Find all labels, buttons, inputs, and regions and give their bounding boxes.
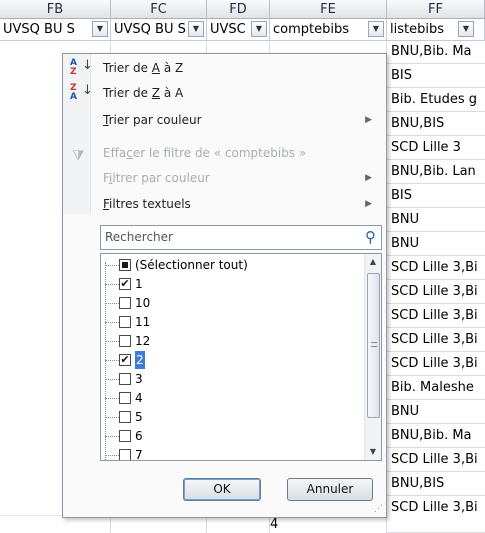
list-item-label: (Sélectionner tout) (135, 258, 248, 272)
menu-item-label: Effacer le filtre de « comptebibs » (103, 146, 307, 160)
checkbox[interactable]: ✔ (119, 278, 131, 290)
list-item-label: 6 (135, 429, 143, 443)
menu-item-text-filters[interactable]: Filtres textuels ▶ (63, 193, 386, 215)
submenu-arrow-icon: ▶ (365, 173, 372, 183)
list-item-label: 5 (135, 410, 143, 424)
list-item-label: 2 (135, 351, 145, 369)
table-cell[interactable]: SCD Lille 3,Bi (387, 257, 485, 280)
menu-item-label: Trier de Z à A (103, 86, 184, 100)
menu-item-label: Filtres textuels (103, 197, 191, 211)
filter-dropdown-icon[interactable]: ▼ (251, 21, 267, 37)
header-cell-label: UVSQ BU S (114, 22, 186, 37)
checkbox[interactable] (119, 316, 131, 328)
table-cell[interactable]: SCD Lille 3,Bi (387, 329, 485, 352)
header-cell-label: UVSC (210, 22, 246, 37)
search-input[interactable]: Rechercher ⚲ (100, 225, 382, 250)
column-header-fb[interactable]: FB (0, 0, 111, 19)
checkbox[interactable] (119, 392, 131, 404)
menu-item-label: Trier de A à Z (103, 61, 184, 75)
column-header-fc[interactable]: FC (111, 0, 207, 19)
column-header-fd[interactable]: FD (207, 0, 270, 19)
autofilter-menu: A Z ↓ Trier de A à Z Z A ↓ Trier de Z à A Tr… (62, 53, 387, 518)
checkbox[interactable] (119, 373, 131, 385)
scrollbar[interactable]: ▲ ▼ (364, 254, 381, 460)
header-cell-label: comptebibs (273, 22, 350, 37)
table-cell[interactable]: SCD Lille 3,Bi (387, 305, 485, 328)
table-cell[interactable]: SCD Lille 3,Bi (387, 353, 485, 376)
header-cell-label: UVSQ BU S (3, 22, 75, 37)
ok-button[interactable]: OK (183, 478, 261, 501)
filter-active-dropdown-icon[interactable]: ▼ (368, 21, 384, 37)
checkbox[interactable] (119, 411, 131, 423)
table-cell[interactable]: Bib. Etudes g (387, 89, 485, 112)
column-header-fe[interactable]: FE (270, 0, 387, 19)
table-cell[interactable]: BNU (387, 233, 485, 256)
menu-item-clear-filter[interactable]: ⧩ Effacer le filtre de « comptebibs » (63, 142, 386, 164)
search-icon[interactable]: ⚲ (365, 228, 376, 246)
cancel-button[interactable]: Annuler (287, 478, 373, 501)
resize-grip-icon[interactable]: ⋰ (374, 504, 383, 514)
header-cell-fb[interactable]: UVSQ BU S ▼ (0, 19, 111, 41)
submenu-arrow-icon: ▶ (365, 115, 372, 125)
table-cell[interactable]: SCD Lille 3,Bi (387, 497, 485, 533)
header-cell-fc[interactable]: UVSQ BU S ▼ (111, 19, 207, 41)
table-cell[interactable]: BNU,Bib. Ma (387, 425, 485, 448)
header-cell-fe[interactable]: comptebibs ▼ (270, 19, 387, 41)
menu-item-label: Trier par couleur (103, 113, 202, 127)
table-cell[interactable]: BIS (387, 185, 485, 208)
header-cell-fd[interactable]: UVSC ▼ (207, 19, 270, 41)
clear-filter-icon: ⧩ (72, 148, 85, 164)
table-cell[interactable]: BIS (387, 65, 485, 88)
checkbox[interactable] (119, 297, 131, 309)
submenu-arrow-icon: ▶ (365, 199, 372, 209)
filter-dropdown-icon[interactable]: ▼ (188, 21, 204, 37)
list-item-label: 12 (135, 334, 151, 348)
list-item-label: 1 (135, 277, 143, 291)
list-item-label: 4 (135, 391, 143, 405)
table-cell[interactable]: SCD Lille 3,Bi (387, 449, 485, 472)
table-cell[interactable]: 4 (270, 516, 300, 533)
table-cell[interactable]: BNU,BIS (387, 113, 485, 136)
table-cell[interactable]: SCD Lille 3 (387, 137, 485, 160)
table-cell[interactable]: BNU,Bib. Ma (387, 41, 485, 64)
table-cell[interactable]: SCD Lille 3,Bi (387, 281, 485, 304)
menu-item-filter-by-color[interactable]: Filtrer par couleur ▶ (63, 167, 386, 189)
scroll-down-icon[interactable]: ▼ (365, 444, 381, 460)
filter-value-list[interactable]: (Sélectionner tout) ✔ 1 10 11 12 ✔ 2 3 4… (100, 253, 382, 461)
checkbox[interactable]: ✔ (119, 354, 131, 366)
checkbox[interactable] (119, 335, 131, 347)
menu-item-sort-desc[interactable]: Z A ↓ Trier de Z à A (63, 82, 386, 104)
header-cell-label: listebibs (390, 22, 444, 37)
table-cell[interactable]: Bib. Maleshe (387, 377, 485, 400)
list-item-label: 11 (135, 315, 151, 329)
checkbox[interactable] (119, 430, 131, 442)
table-cell[interactable]: BNU (387, 401, 485, 424)
column-header-ff[interactable]: FF (387, 0, 485, 19)
filter-dropdown-icon[interactable]: ▼ (458, 21, 474, 37)
sort-z-a-icon: Z A ↓ (70, 83, 93, 102)
sort-a-z-icon: A Z ↓ (70, 58, 93, 77)
list-item-label: 3 (135, 372, 143, 386)
menu-item-sort-asc[interactable]: A Z ↓ Trier de A à Z (63, 57, 386, 79)
checkbox[interactable] (119, 449, 131, 460)
scroll-up-icon[interactable]: ▲ (365, 254, 381, 270)
table-cell[interactable]: BNU (387, 209, 485, 232)
menu-item-label: Filtrer par couleur (103, 171, 210, 185)
menu-item-sort-by-color[interactable]: Trier par couleur ▶ (63, 109, 386, 131)
filter-dropdown-icon[interactable]: ▼ (92, 21, 108, 37)
tree-line (105, 262, 106, 460)
header-cell-ff[interactable]: listebibs ▼ (387, 19, 485, 41)
search-placeholder: Rechercher (105, 230, 173, 244)
list-item-label: 10 (135, 296, 151, 310)
checkbox[interactable] (119, 259, 131, 271)
table-cell[interactable]: BNU,BIS (387, 473, 485, 496)
scroll-thumb[interactable] (367, 273, 380, 418)
list-item-label: 7 (135, 448, 143, 461)
table-cell[interactable]: BNU,Bib. Lan (387, 161, 485, 184)
